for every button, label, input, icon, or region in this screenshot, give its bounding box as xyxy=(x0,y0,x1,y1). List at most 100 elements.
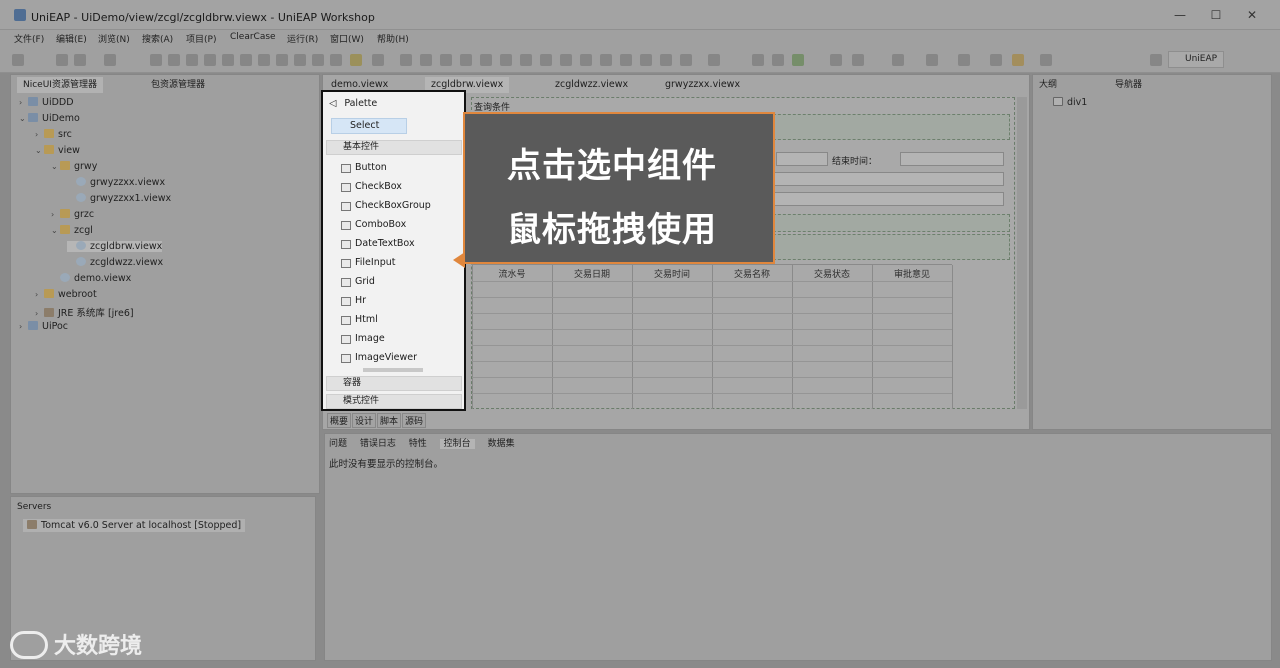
debug-icon[interactable] xyxy=(752,54,764,66)
help-icon[interactable] xyxy=(680,54,692,66)
tree-item[interactable]: grwyzzxx1.viewx xyxy=(67,193,171,204)
forward-icon[interactable] xyxy=(1012,54,1024,66)
expand-arrow-icon[interactable]: ⌄ xyxy=(51,162,60,171)
expand-arrow-icon[interactable]: ⌄ xyxy=(35,146,44,155)
tab-source[interactable]: 源码 xyxy=(402,413,427,428)
end-time-input[interactable] xyxy=(900,152,1004,166)
collapse-icon[interactable]: ◁ xyxy=(329,98,336,109)
tab-console[interactable]: 控制台 xyxy=(439,439,475,449)
palette-item-datetextbox[interactable]: DateTextBox xyxy=(341,238,415,249)
palette-item-button[interactable]: Button xyxy=(341,162,387,173)
expand-arrow-icon[interactable]: › xyxy=(19,98,28,107)
print-icon[interactable] xyxy=(74,54,86,66)
menu-search[interactable]: 搜索(A) xyxy=(142,32,173,45)
open-perspective-icon[interactable] xyxy=(1150,54,1162,66)
start-date-input[interactable] xyxy=(776,152,828,166)
tab-properties[interactable]: 特性 xyxy=(409,439,427,449)
preview-icon[interactable] xyxy=(660,54,672,66)
palette-scroll-indicator[interactable] xyxy=(363,368,423,372)
align-center-icon[interactable] xyxy=(276,54,288,66)
close-button[interactable]: ✕ xyxy=(1244,8,1260,22)
palette-item-hr[interactable]: Hr xyxy=(341,295,366,306)
tree-item[interactable]: demo.viewx xyxy=(51,273,131,284)
delete-icon[interactable] xyxy=(240,54,252,66)
menu-project[interactable]: 项目(P) xyxy=(186,32,216,45)
menu-run[interactable]: 运行(R) xyxy=(287,32,318,45)
align-right-icon[interactable] xyxy=(294,54,306,66)
tab-script[interactable]: 脚本 xyxy=(377,413,402,428)
match-height-icon[interactable] xyxy=(500,54,512,66)
grid-icon[interactable] xyxy=(400,54,412,66)
paste-icon[interactable] xyxy=(222,54,234,66)
tree-item[interactable]: › webroot xyxy=(35,289,97,300)
layout-icon[interactable] xyxy=(372,54,384,66)
group-icon[interactable] xyxy=(540,54,552,66)
size-icon[interactable] xyxy=(460,54,472,66)
tab-design[interactable]: 设计 xyxy=(352,413,377,428)
align-left-icon[interactable] xyxy=(258,54,270,66)
tree-item[interactable]: ⌄ grwy xyxy=(51,161,97,172)
tab-servers[interactable]: Servers xyxy=(17,499,51,515)
palette-item-checkboxgroup[interactable]: CheckBoxGroup xyxy=(341,200,431,211)
tree-item[interactable]: › UiDDD xyxy=(19,97,74,108)
expand-arrow-icon[interactable]: › xyxy=(35,290,44,299)
menu-navigate[interactable]: 浏览(N) xyxy=(98,32,130,45)
tree-item[interactable]: zcgldbrw.viewx xyxy=(67,241,163,252)
spacing-icon[interactable] xyxy=(600,54,612,66)
menu-window[interactable]: 窗口(W) xyxy=(330,32,364,45)
palette-item-html[interactable]: Html xyxy=(341,314,378,325)
tree-item[interactable]: ⌄ view xyxy=(35,145,80,156)
tab-outline[interactable]: 大纲 xyxy=(1039,77,1057,93)
ungroup-icon[interactable] xyxy=(560,54,572,66)
expand-arrow-icon[interactable]: › xyxy=(19,322,28,331)
tab-overview[interactable]: 概要 xyxy=(327,413,352,428)
tree-item[interactable]: › UiPoc xyxy=(19,321,68,332)
palette-item-image[interactable]: Image xyxy=(341,333,385,344)
zoom-in-icon[interactable] xyxy=(420,54,432,66)
editor-scrollbar[interactable] xyxy=(1017,97,1027,409)
annotation-icon[interactable] xyxy=(926,54,938,66)
palette-item-checkbox[interactable]: CheckBox xyxy=(341,181,402,192)
perspective-icon[interactable] xyxy=(892,54,904,66)
outline-item[interactable]: div1 xyxy=(1053,97,1087,108)
tab-grwyzzxx[interactable]: grwyzzxx.viewx xyxy=(665,77,740,93)
expand-arrow-icon[interactable]: › xyxy=(35,130,44,139)
palette-item-fileinput[interactable]: FileInput xyxy=(341,257,396,268)
build-icon[interactable] xyxy=(104,54,116,66)
order-icon[interactable] xyxy=(580,54,592,66)
tree-item[interactable]: › JRE 系统库 [jre6] xyxy=(35,305,134,319)
tab-package-explorer[interactable]: 包资源管理器 xyxy=(145,77,211,93)
new-icon[interactable] xyxy=(12,54,24,66)
copy-icon[interactable] xyxy=(204,54,216,66)
arrange-icon[interactable] xyxy=(520,54,532,66)
tree-item[interactable]: › grzc xyxy=(51,209,94,220)
redo-icon[interactable] xyxy=(168,54,180,66)
tab-error-log[interactable]: 错误日志 xyxy=(360,439,396,449)
expand-arrow-icon[interactable]: ⌄ xyxy=(19,114,28,123)
tree-item[interactable]: › src xyxy=(35,129,72,140)
menu-edit[interactable]: 编辑(E) xyxy=(56,32,87,45)
select-tool[interactable]: Select xyxy=(331,118,407,134)
external-tools-icon[interactable] xyxy=(830,54,842,66)
run-icon[interactable] xyxy=(772,54,784,66)
expand-arrow-icon[interactable]: › xyxy=(51,210,60,219)
perspective-uniEAP-button[interactable]: UniEAP xyxy=(1168,51,1224,68)
section-mode-controls[interactable]: 模式控件 xyxy=(326,394,462,409)
search-icon[interactable] xyxy=(708,54,720,66)
section-basic-controls[interactable]: 基本控件 xyxy=(326,140,462,155)
menu-help[interactable]: 帮助(H) xyxy=(377,32,409,45)
tree-item[interactable]: ⌄ UiDemo xyxy=(19,113,80,124)
tree-item[interactable]: zcgldwzz.viewx xyxy=(67,257,163,268)
maximize-button[interactable]: ☐ xyxy=(1208,8,1224,22)
palette-item-imageviewer[interactable]: ImageViewer xyxy=(341,352,417,363)
tree-item[interactable]: grwyzzxx.viewx xyxy=(67,177,165,188)
undo-icon[interactable] xyxy=(150,54,162,66)
expand-arrow-icon[interactable]: › xyxy=(35,309,44,318)
palette-item-grid[interactable]: Grid xyxy=(341,276,375,287)
align-top-icon[interactable] xyxy=(312,54,324,66)
last-edit-icon[interactable] xyxy=(1040,54,1052,66)
tab-zcgldwzz[interactable]: zcgldwzz.viewx xyxy=(555,77,628,93)
palette-item-combobox[interactable]: ComboBox xyxy=(341,219,406,230)
data-grid[interactable]: 流水号 交易日期 交易时间 交易名称 交易状态 审批意见 xyxy=(472,264,953,409)
tab-niceui-explorer[interactable]: NiceUI资源管理器 xyxy=(17,77,103,93)
